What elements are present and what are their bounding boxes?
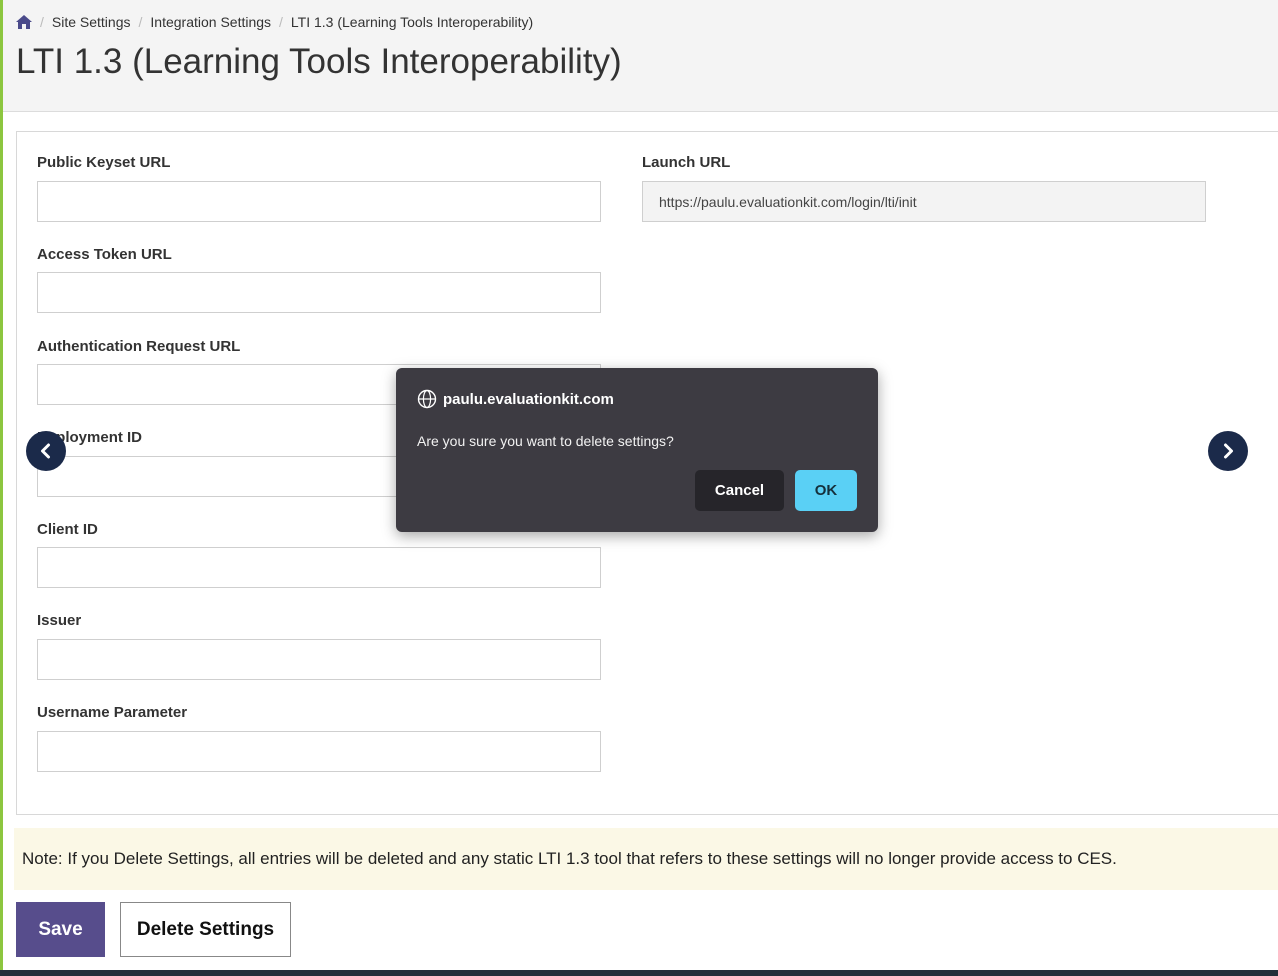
auth-request-url-label: Authentication Request URL	[37, 338, 241, 355]
dialog-cancel-button[interactable]: Cancel	[695, 470, 784, 511]
breadcrumb-site-settings[interactable]: Site Settings	[52, 14, 131, 30]
access-token-url-label: Access Token URL	[37, 246, 172, 263]
bottom-bar	[0, 970, 1278, 976]
client-id-input[interactable]	[37, 547, 601, 588]
confirm-dialog: paulu.evaluationkit.com Are you sure you…	[396, 368, 878, 532]
breadcrumb-separator: /	[138, 14, 143, 30]
public-keyset-url-label: Public Keyset URL	[37, 154, 171, 171]
globe-icon	[417, 389, 437, 409]
username-parameter-label: Username Parameter	[37, 704, 188, 721]
client-id-label: Client ID	[37, 521, 98, 538]
home-icon[interactable]	[16, 15, 32, 29]
username-parameter-input[interactable]	[37, 731, 601, 772]
issuer-label: Issuer	[37, 612, 82, 629]
delete-settings-button[interactable]: Delete Settings	[120, 902, 291, 957]
breadcrumb-separator: /	[279, 14, 283, 30]
access-token-url-input[interactable]	[37, 272, 601, 313]
delete-note: Note: If you Delete Settings, all entrie…	[14, 828, 1278, 890]
breadcrumb-current: LTI 1.3 (Learning Tools Interoperability…	[290, 14, 534, 30]
dialog-ok-button[interactable]: OK	[795, 470, 857, 511]
public-keyset-url-input[interactable]	[37, 181, 601, 222]
previous-arrow-button[interactable]	[26, 431, 66, 471]
dialog-message: Are you sure you want to delete settings…	[417, 433, 674, 449]
save-button[interactable]: Save	[16, 902, 105, 957]
launch-url-label: Launch URL	[642, 154, 731, 171]
dialog-origin-text: paulu.evaluationkit.com	[443, 390, 614, 408]
chevron-left-icon	[41, 443, 50, 459]
page-title: LTI 1.3 (Learning Tools Interoperability…	[16, 42, 622, 81]
breadcrumb: / Site Settings / Integration Settings /…	[16, 14, 533, 30]
chevron-right-icon	[1224, 443, 1233, 459]
next-arrow-button[interactable]	[1208, 431, 1248, 471]
left-accent-rule	[0, 0, 3, 976]
breadcrumb-separator: /	[40, 14, 44, 30]
breadcrumb-integration-settings[interactable]: Integration Settings	[150, 14, 271, 30]
page-header: / Site Settings / Integration Settings /…	[3, 0, 1278, 112]
launch-url-input[interactable]	[642, 181, 1206, 222]
issuer-input[interactable]	[37, 639, 601, 680]
dialog-origin: paulu.evaluationkit.com	[417, 389, 614, 409]
